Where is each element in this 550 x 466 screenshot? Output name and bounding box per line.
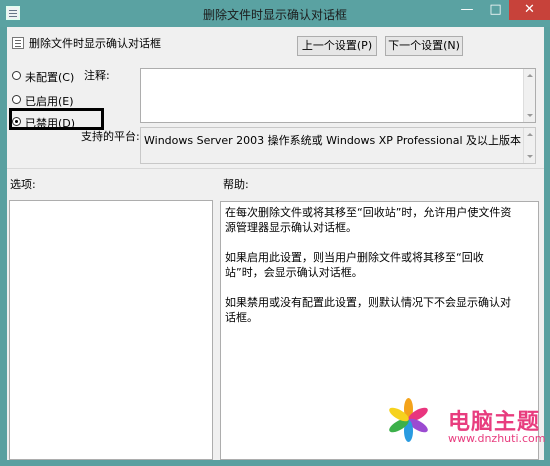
platform-scrollbar[interactable]	[523, 128, 535, 163]
radio-label: 未配置(C)	[25, 71, 75, 84]
watermark-logo: 电脑主题 www.dnzhuti.com	[374, 388, 550, 466]
help-paragraph: 如果禁用或没有配置此设置，则默认情况下不会显示确认对话框。	[225, 296, 511, 324]
help-label: 帮助:	[223, 178, 249, 191]
maximize-button[interactable]: □	[482, 0, 509, 20]
platform-value: Windows Server 2003 操作系统或 Windows XP Pro…	[144, 134, 522, 147]
options-pane	[9, 200, 213, 460]
next-setting-button[interactable]: 下一个设置(N)	[385, 36, 463, 56]
comment-textarea[interactable]	[140, 68, 536, 123]
divider	[7, 168, 544, 169]
radio-button[interactable]	[12, 71, 21, 80]
platform-field: Windows Server 2003 操作系统或 Windows XP Pro…	[140, 127, 536, 164]
comment-scrollbar[interactable]	[523, 69, 535, 122]
dialog-window: 删除文件时显示确认对话框 — □ ✕ 删除文件时显示确认对话框 上一个设置(P)…	[0, 0, 550, 466]
platform-label: 支持的平台:	[81, 130, 140, 143]
setting-icon	[12, 37, 24, 49]
close-button[interactable]: ✕	[509, 0, 550, 20]
comment-label: 注释:	[84, 69, 110, 82]
highlight-box	[9, 108, 104, 130]
previous-setting-button[interactable]: 上一个设置(P)	[297, 36, 377, 56]
setting-title: 删除文件时显示确认对话框	[29, 37, 161, 50]
radio-label: 已启用(E)	[25, 95, 74, 108]
minimize-button[interactable]: —	[452, 0, 482, 20]
help-text: 在每次删除文件或将其移至“回收站”时，允许用户使文件资源管理器显示确认对话框。 …	[225, 205, 521, 340]
watermark-url: www.dnzhuti.com	[448, 432, 546, 445]
title-bar[interactable]: 删除文件时显示确认对话框 — □ ✕	[0, 0, 550, 27]
options-label: 选项:	[10, 178, 36, 191]
help-paragraph: 如果启用此设置，则当用户删除文件或将其移至“回收站”时，会显示确认对话框。	[225, 251, 484, 279]
help-paragraph: 在每次删除文件或将其移至“回收站”时，允许用户使文件资源管理器显示确认对话框。	[225, 206, 512, 234]
radio-button[interactable]	[12, 95, 21, 104]
